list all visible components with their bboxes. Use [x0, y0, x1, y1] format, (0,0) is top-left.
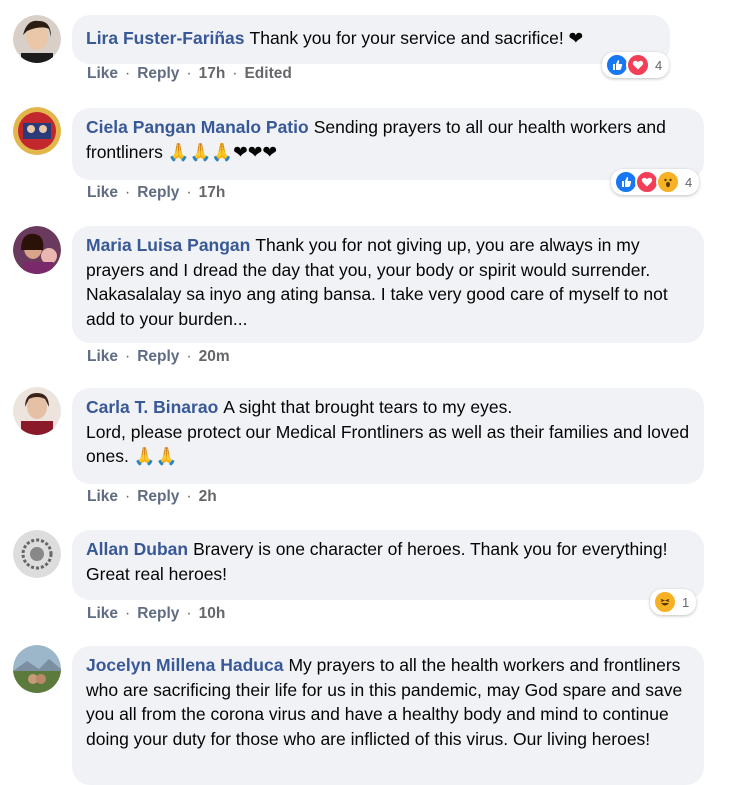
- timestamp[interactable]: 2h: [199, 488, 217, 506]
- comment-author[interactable]: Carla T. Binarao: [86, 397, 218, 417]
- avatar[interactable]: [13, 387, 61, 435]
- comment-bubble: Jocelyn Millena Haduca My prayers to all …: [72, 646, 704, 785]
- like-link[interactable]: Like: [87, 488, 118, 506]
- comment-bubble: Lira Fuster-Fariñas Thank you for your se…: [72, 15, 670, 64]
- comment-bubble: Ciela Pangan Manalo Patio Sending prayers…: [72, 108, 704, 180]
- comment-actions: Like · Reply · 17h: [87, 184, 225, 202]
- reaction-summary[interactable]: 1: [650, 589, 697, 615]
- comment-bubble: Carla T. Binarao A sight that brought tea…: [72, 388, 704, 484]
- like-link[interactable]: Like: [87, 348, 118, 366]
- reaction-count: 4: [655, 57, 663, 73]
- comment-author[interactable]: Allan Duban: [86, 539, 188, 559]
- comment-actions: Like · Reply · 17h · Edited: [87, 65, 292, 83]
- reply-link[interactable]: Reply: [137, 488, 179, 506]
- avatar[interactable]: [13, 107, 61, 155]
- reaction-count: 1: [682, 594, 690, 610]
- separator: ·: [186, 348, 192, 365]
- comment-actions: Like · Reply · 10h: [87, 605, 225, 623]
- separator: ·: [186, 184, 192, 201]
- avatar[interactable]: [13, 645, 61, 693]
- timestamp[interactable]: 10h: [199, 605, 226, 623]
- wow-reaction-icon: [656, 170, 680, 194]
- comment-author[interactable]: Lira Fuster-Fariñas: [86, 28, 245, 48]
- separator: ·: [125, 65, 131, 82]
- reaction-count: 4: [685, 174, 693, 190]
- like-link[interactable]: Like: [87, 184, 118, 202]
- separator: ·: [232, 65, 238, 82]
- comment-bubble: Maria Luisa Pangan Thank you for not givi…: [72, 226, 704, 343]
- comment-author[interactable]: Maria Luisa Pangan: [86, 235, 250, 255]
- like-link[interactable]: Like: [87, 65, 118, 83]
- timestamp[interactable]: 17h: [199, 65, 226, 83]
- love-reaction-icon: [626, 53, 650, 77]
- comment-author[interactable]: Jocelyn Millena Haduca: [86, 655, 283, 675]
- separator: ·: [125, 184, 131, 201]
- comment-author[interactable]: Ciela Pangan Manalo Patio: [86, 117, 309, 137]
- haha-reaction-icon: [653, 590, 677, 614]
- comment-text: Thank you for your service and sacrifice…: [249, 28, 584, 48]
- separator: ·: [186, 605, 192, 622]
- comment-actions: Like · Reply · 20m: [87, 348, 230, 366]
- reply-link[interactable]: Reply: [137, 65, 179, 83]
- separator: ·: [125, 348, 131, 365]
- edited-label: Edited: [244, 65, 292, 82]
- reply-link[interactable]: Reply: [137, 184, 179, 202]
- separator: ·: [125, 605, 131, 622]
- avatar[interactable]: [13, 15, 61, 63]
- avatar[interactable]: [13, 530, 61, 578]
- reaction-summary[interactable]: 4: [602, 52, 670, 78]
- like-link[interactable]: Like: [87, 605, 118, 623]
- timestamp[interactable]: 17h: [199, 184, 226, 202]
- comment-actions: Like · Reply · 2h: [87, 488, 217, 506]
- reply-link[interactable]: Reply: [137, 605, 179, 623]
- separator: ·: [125, 488, 131, 505]
- reply-link[interactable]: Reply: [137, 348, 179, 366]
- separator: ·: [186, 65, 192, 82]
- comment-bubble: Allan Duban Bravery is one character of h…: [72, 530, 704, 600]
- timestamp[interactable]: 20m: [199, 348, 230, 366]
- separator: ·: [186, 488, 192, 505]
- reaction-summary[interactable]: 4: [611, 169, 700, 195]
- avatar[interactable]: [13, 226, 61, 274]
